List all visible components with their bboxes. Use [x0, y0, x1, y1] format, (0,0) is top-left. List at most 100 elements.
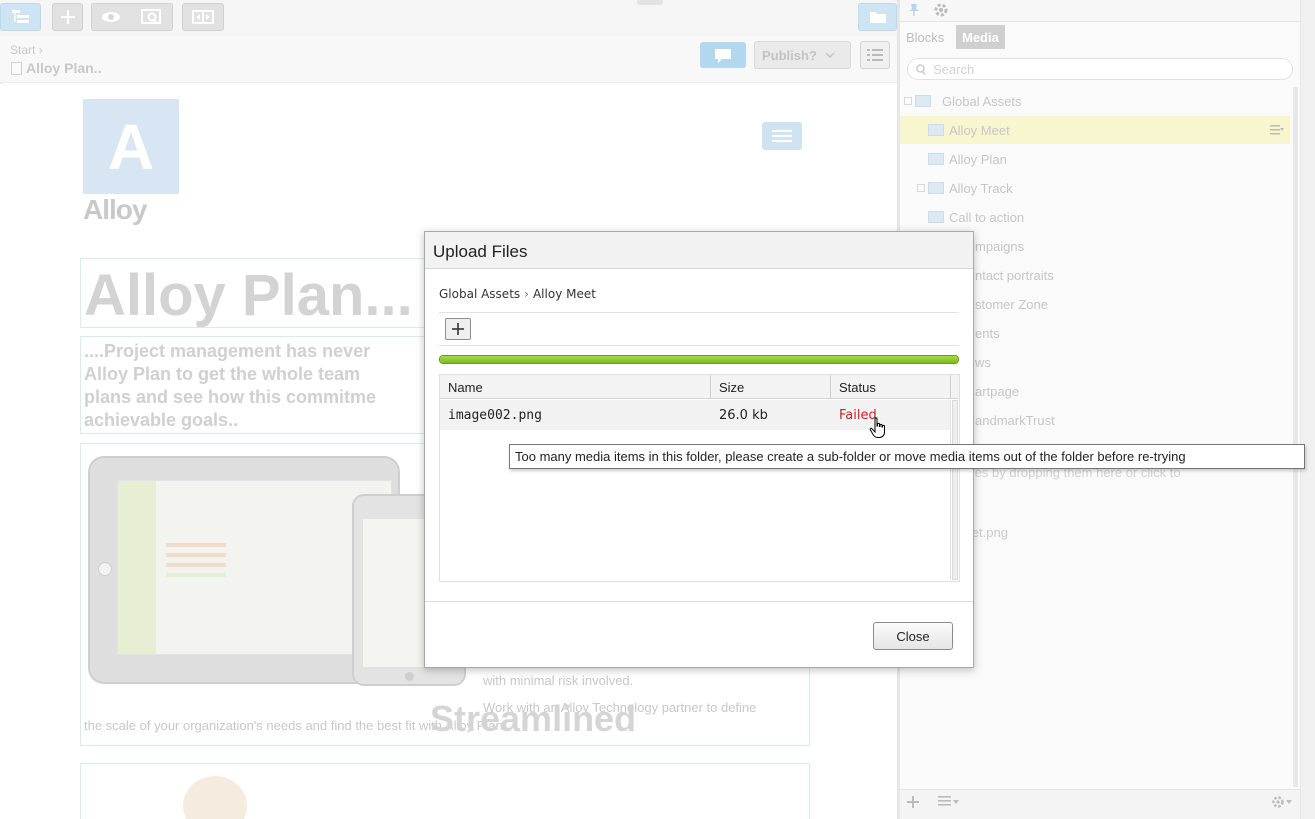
collapse-icon[interactable] — [904, 97, 912, 105]
tree-item-label: ws — [975, 354, 991, 370]
hand-cursor-icon — [869, 417, 887, 443]
folder-icon — [928, 153, 944, 165]
panel-scrollbar[interactable] — [1293, 87, 1298, 787]
tree-root[interactable]: Global Assets — [900, 87, 1290, 115]
comment-icon — [715, 49, 731, 63]
tree-item-label: ents — [975, 325, 1000, 341]
column-name[interactable]: Name — [440, 375, 711, 399]
dialog-breadcrumb-separator: › — [524, 287, 529, 301]
chevron-down-icon — [825, 52, 835, 58]
column-size[interactable]: Size — [711, 375, 831, 399]
breadcrumb-separator: › — [38, 43, 43, 57]
dialog-breadcrumb: Global Assets › Alloy Meet — [439, 287, 596, 301]
tree-item-label: mpaigns — [975, 238, 1025, 254]
eye-icon[interactable] — [101, 11, 121, 23]
list-menu-icon — [938, 796, 959, 806]
body-text-line: with minimal risk involved. — [483, 673, 634, 688]
breadcrumb[interactable]: Start › — [10, 43, 43, 57]
list-icon — [867, 49, 883, 61]
breadcrumb-start[interactable]: Start — [10, 43, 35, 57]
add-files-button[interactable] — [445, 318, 471, 340]
folder-icon — [928, 211, 944, 223]
context-menu-icon — [1270, 125, 1284, 135]
expand-icon[interactable] — [917, 184, 925, 192]
tree-item-label: Alloy Meet — [949, 122, 1010, 138]
logo-letter: A — [107, 110, 155, 183]
page-title-text: Alloy Plan.. — [26, 60, 102, 76]
folder-icon — [928, 124, 944, 136]
plus-icon — [60, 10, 75, 24]
preview-icon[interactable] — [141, 9, 163, 25]
dialog-title: Upload Files — [433, 242, 528, 261]
folder-icon — [928, 182, 944, 194]
tree-item-label: Alloy Track — [949, 180, 1013, 196]
add-button[interactable] — [52, 3, 83, 31]
tablet-button — [98, 562, 112, 576]
tree-item-label: andmarkTrust — [975, 412, 1055, 428]
tree-item-label: artpage — [975, 383, 1020, 399]
tree-item-label: stomer Zone — [975, 296, 1048, 312]
drop-hint-line: owse — [940, 481, 1270, 497]
panel-top-bar — [900, 0, 1315, 22]
tree-item[interactable]: Call to action — [900, 203, 1290, 231]
tab-blocks[interactable]: Blocks — [900, 25, 950, 49]
dialog-toolbar — [439, 312, 959, 346]
file-name-cell: image002.png — [448, 407, 542, 423]
tablet-screen — [117, 480, 392, 655]
publish-label: Publish? — [762, 47, 817, 63]
tree-item-label: Call to action — [949, 209, 1025, 225]
grid-scrollbar[interactable] — [950, 400, 959, 580]
tree-item[interactable]: Alloy Track — [900, 174, 1290, 202]
window-scrollbar[interactable] — [1300, 0, 1315, 819]
search-placeholder: Search — [933, 61, 975, 77]
phone-button — [405, 672, 414, 681]
dialog-breadcrumb-root: Global Assets — [439, 287, 521, 301]
page-title: Alloy Plan.. — [11, 60, 101, 76]
publish-button[interactable]: Publish? — [754, 41, 851, 69]
tree-item-label: ntact portraits — [975, 267, 1054, 283]
column-status[interactable]: Status — [831, 375, 951, 399]
drop-zone-hint[interactable]: oad files by dropping them here or click… — [940, 465, 1270, 497]
gear-icon[interactable] — [933, 2, 949, 22]
folder-icon — [915, 95, 931, 107]
menu-button[interactable] — [762, 122, 802, 150]
view-mode-group — [91, 3, 173, 31]
tools-list-button[interactable] — [860, 41, 890, 69]
teaser-heading: Streamlined — [430, 698, 637, 739]
file-status-cell: Failed — [839, 407, 877, 423]
upload-file-grid: Name Size Status image002.png 26.0 kb Fa… — [439, 374, 960, 582]
pin-icon[interactable] — [908, 2, 920, 21]
tree-toggle-button[interactable] — [0, 3, 41, 31]
logo: A — [83, 99, 179, 194]
dialog-breadcrumb-folder: Alloy Meet — [532, 287, 596, 301]
tree-item[interactable]: Alloy Meet — [900, 116, 1290, 144]
file-size-cell: 26.0 kb — [719, 407, 768, 423]
logo-wordmark: Alloy — [83, 194, 147, 225]
preview-title: Alloy Plan... — [84, 263, 413, 328]
folder-icon — [869, 10, 887, 24]
settings-menu-button[interactable] — [1271, 795, 1293, 809]
plus-icon — [907, 796, 919, 808]
search-input[interactable]: Search — [907, 58, 1293, 80]
list-menu-button[interactable] — [938, 795, 960, 807]
gear-icon — [1272, 796, 1292, 808]
tree-item[interactable]: Alloy Plan — [900, 145, 1290, 173]
plus-icon — [452, 323, 464, 335]
assets-pane-toggle[interactable] — [858, 3, 897, 31]
panel-bottom-bar — [900, 789, 1300, 819]
tree-item-label: Alloy Plan — [949, 151, 1007, 167]
grid-header: Name Size Status — [440, 375, 959, 399]
page-icon — [11, 61, 22, 75]
compare-button[interactable] — [182, 3, 224, 31]
panel-handle[interactable] — [637, 0, 663, 5]
tab-media[interactable]: Media — [956, 25, 1005, 49]
tree-root-label: Global Assets — [942, 93, 1022, 109]
add-media-button[interactable] — [906, 795, 920, 809]
dialog-header[interactable]: Upload Files — [425, 232, 973, 269]
status-tooltip: Too many media items in this folder, ple… — [509, 444, 1305, 469]
close-button[interactable]: Close — [873, 622, 953, 650]
top-toolbar — [0, 0, 897, 36]
grid-scroll-thumb[interactable] — [952, 400, 958, 580]
upload-progress-fill — [440, 356, 958, 363]
comment-button[interactable] — [700, 42, 746, 68]
